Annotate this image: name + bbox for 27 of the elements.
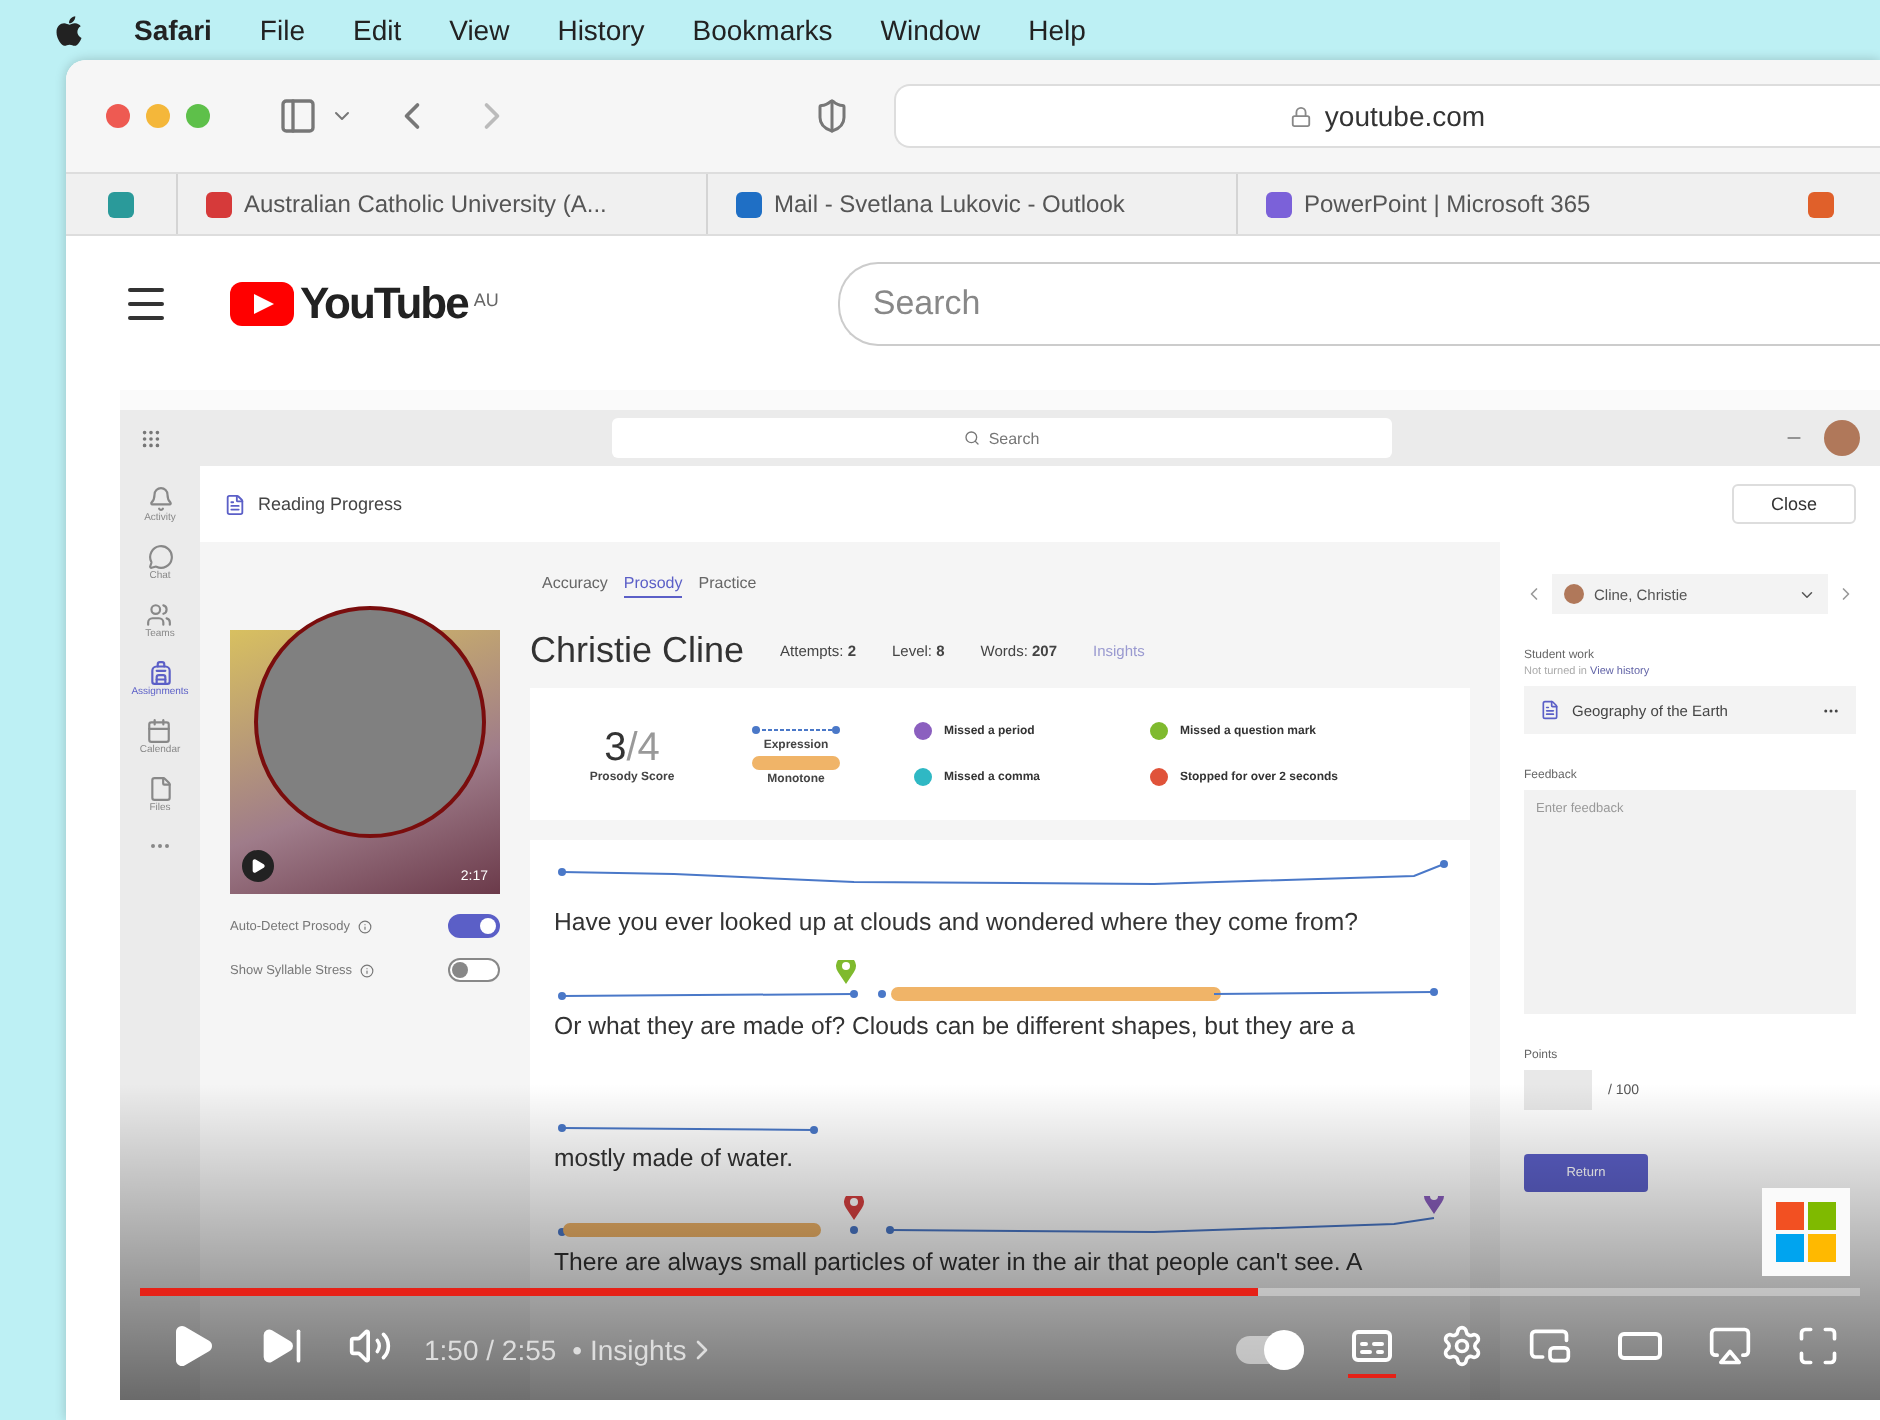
menu-item[interactable]: Edit [352,14,402,46]
tab[interactable]: Practice [698,574,757,598]
favorite-link[interactable]: PowerPoint | Microsoft 365 [1236,174,1766,234]
student-name: Christie Cline [530,630,745,672]
address-field[interactable]: youtube.com [894,84,1880,148]
search-field[interactable]: Search [612,418,1392,458]
passage-text: There are always small particles of water in the air that people can't see. A [554,1248,1365,1276]
menu-item[interactable]: Help [1028,14,1086,46]
app-title: Reading Progress [258,494,403,514]
tab[interactable]: Accuracy [542,574,608,598]
time-display: 1:50 / 2:55 [424,1334,557,1366]
site-logo[interactable]: YouTube$^{AU}$ [230,277,499,329]
menu-item[interactable]: Window [880,14,981,46]
menu-item[interactable]: History [557,14,645,46]
tab[interactable]: Prosody [623,574,683,598]
menu-item[interactable]: Bookmarks [692,14,833,46]
menu-item[interactable]: View [449,14,510,46]
favorite-link[interactable]: Australian Catholic University (A... [176,174,706,234]
passage-text: Have you ever looked up at clouds and wondered where they come from? [554,908,1360,936]
passage-text: Or what they are made of? Clouds can be different shapes, but they are a [554,1012,1357,1040]
favorite-link[interactable]: Mail - Svetlana Lukovic - Outlook [706,174,1236,234]
close-button[interactable]: Close [1732,484,1856,524]
menu-item[interactable]: File [259,14,305,46]
prosody-score: 3/4 [604,725,660,771]
menu-item[interactable]: Safari [134,14,212,46]
passage-text: mostly made of water. [554,1144,796,1172]
search-field[interactable]: Search [838,261,1880,345]
